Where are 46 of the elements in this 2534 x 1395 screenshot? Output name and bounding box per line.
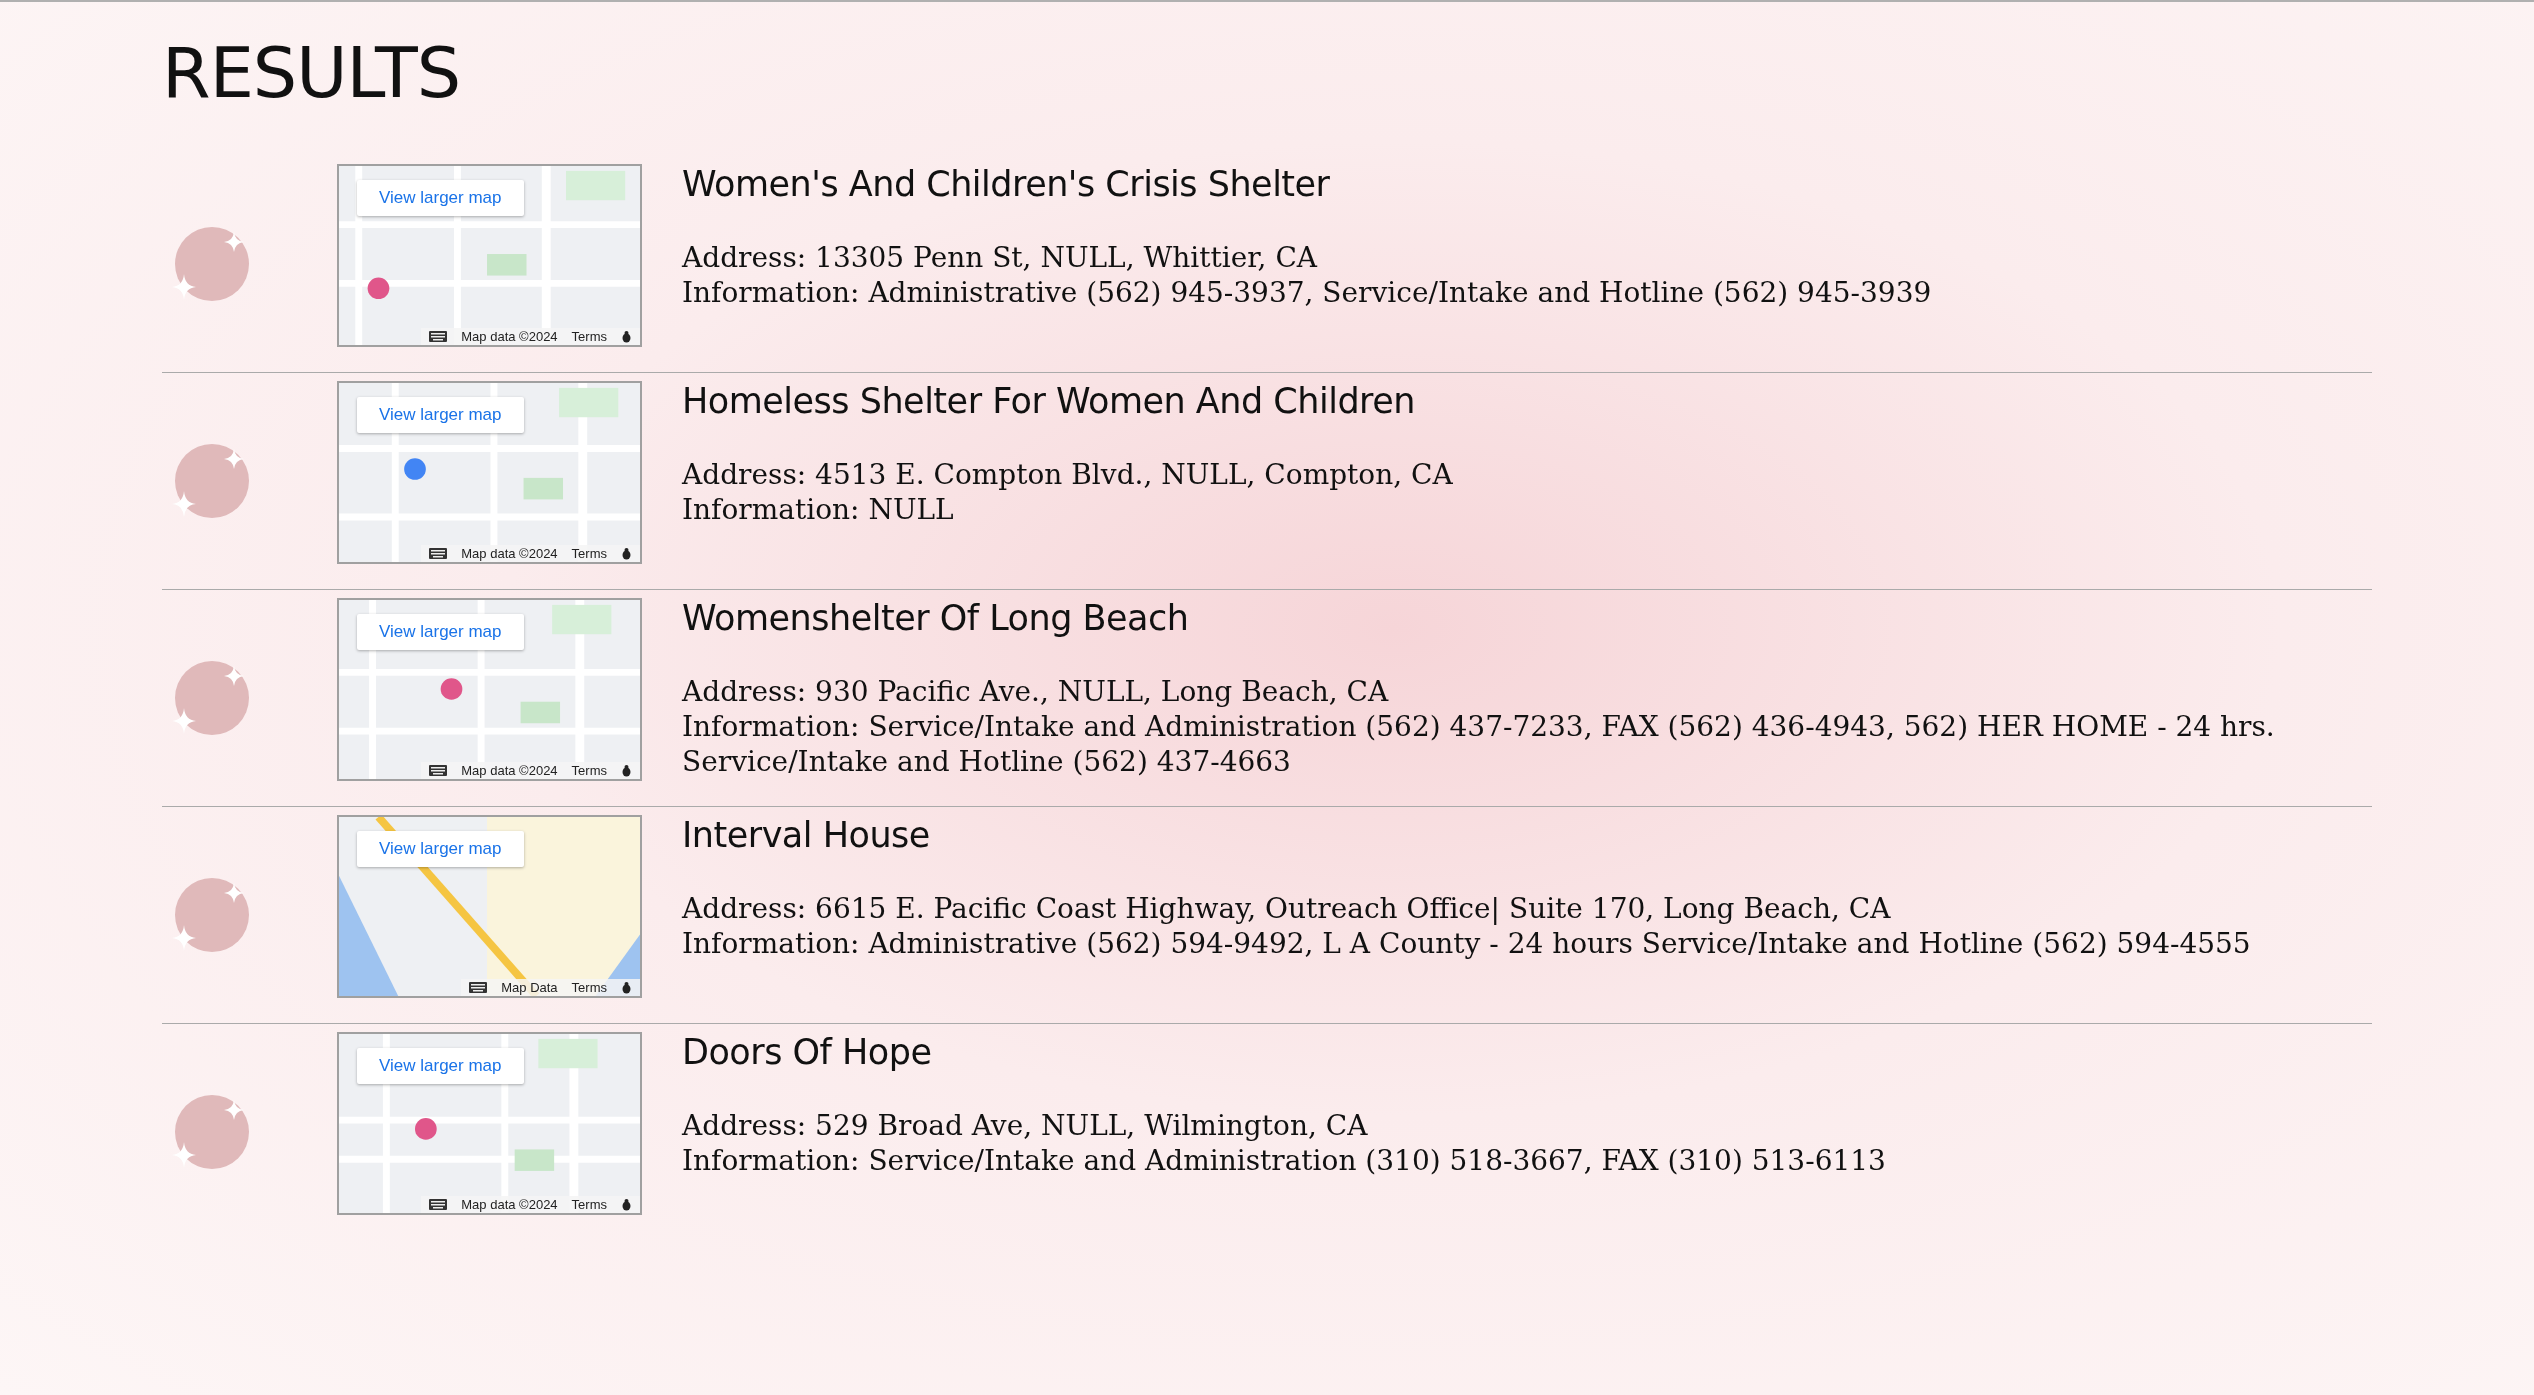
sparkle-circle-icon	[172, 875, 252, 955]
address-text: Address: 4513 E. Compton Blvd., NULL, Compton, CA	[682, 457, 1454, 492]
view-larger-map-link[interactable]: View larger map	[357, 614, 524, 650]
page-title: RESULTS	[162, 32, 462, 114]
bug-icon[interactable]	[621, 547, 632, 560]
shelter-name: Interval House	[682, 815, 931, 855]
keyboard-icon[interactable]	[429, 331, 448, 342]
address-text: Address: 529 Broad Ave, NULL, Wilmington, CA	[682, 1108, 1369, 1143]
keyboard-icon[interactable]	[429, 765, 448, 776]
view-larger-map-link[interactable]: View larger map	[357, 1048, 524, 1084]
address-text: Address: 930 Pacific Ave., NULL, Long Beach, CA	[682, 674, 1390, 709]
sparkle-circle-icon	[172, 1092, 252, 1172]
keyboard-icon[interactable]	[469, 982, 488, 993]
shelter-name: Womenshelter Of Long Beach	[682, 598, 1190, 638]
sparkle-circle-icon	[172, 658, 252, 738]
sparkle-circle-icon	[172, 224, 252, 304]
map-attribution: Map Data	[501, 980, 558, 995]
view-larger-map-link[interactable]: View larger map	[357, 180, 524, 216]
address-text: Address: 6615 E. Pacific Coast Highway, Outreach Office| Suite 170, Long Beach, CA	[682, 891, 1892, 926]
information-text: Information: NULL	[682, 492, 955, 527]
keyboard-icon[interactable]	[429, 548, 448, 559]
bug-icon[interactable]	[621, 981, 632, 994]
bug-icon[interactable]	[621, 1198, 632, 1211]
view-larger-map-link[interactable]: View larger map	[357, 397, 524, 433]
shelter-name: Doors Of Hope	[682, 1032, 933, 1072]
terms-link[interactable]: Terms	[571, 763, 607, 778]
terms-link[interactable]: Terms	[571, 546, 607, 561]
bug-icon[interactable]	[621, 764, 632, 777]
terms-link[interactable]: Terms	[571, 980, 607, 995]
information-text: Information: Administrative (562) 945-3937, Service/Intake and Hotline (562) 945-3939	[682, 275, 1933, 310]
shelter-name: Homeless Shelter For Women And Children	[682, 381, 1416, 421]
sparkle-circle-icon	[172, 441, 252, 521]
map-attribution: Map data ©2024	[461, 546, 558, 561]
terms-link[interactable]: Terms	[571, 1197, 607, 1212]
information-text: Information: Administrative (562) 594-9492, L A County - 24 hours Service/Intake and Hotline (562) 594-4555	[682, 926, 2252, 961]
map-attribution: Map data ©2024	[461, 763, 558, 778]
view-larger-map-link[interactable]: View larger map	[357, 831, 524, 867]
terms-link[interactable]: Terms	[571, 329, 607, 344]
map-attribution: Map data ©2024	[461, 329, 558, 344]
information-text: Information: Service/Intake and Administration (562) 437-7233, FAX (562) 436-4943, 562) HER HOME - 24 hrs. Service/Intake and Hotline (562) 437-4663	[682, 709, 2276, 779]
address-text: Address: 13305 Penn St, NULL, Whittier, CA	[682, 240, 1319, 275]
map-attribution: Map data ©2024	[461, 1197, 558, 1212]
bug-icon[interactable]	[621, 330, 632, 343]
keyboard-icon[interactable]	[429, 1199, 448, 1210]
information-text: Information: Service/Intake and Administration (310) 518-3667, FAX (310) 513-6113	[682, 1143, 1887, 1178]
shelter-name: Women's And Children's Crisis Shelter	[682, 164, 1331, 204]
